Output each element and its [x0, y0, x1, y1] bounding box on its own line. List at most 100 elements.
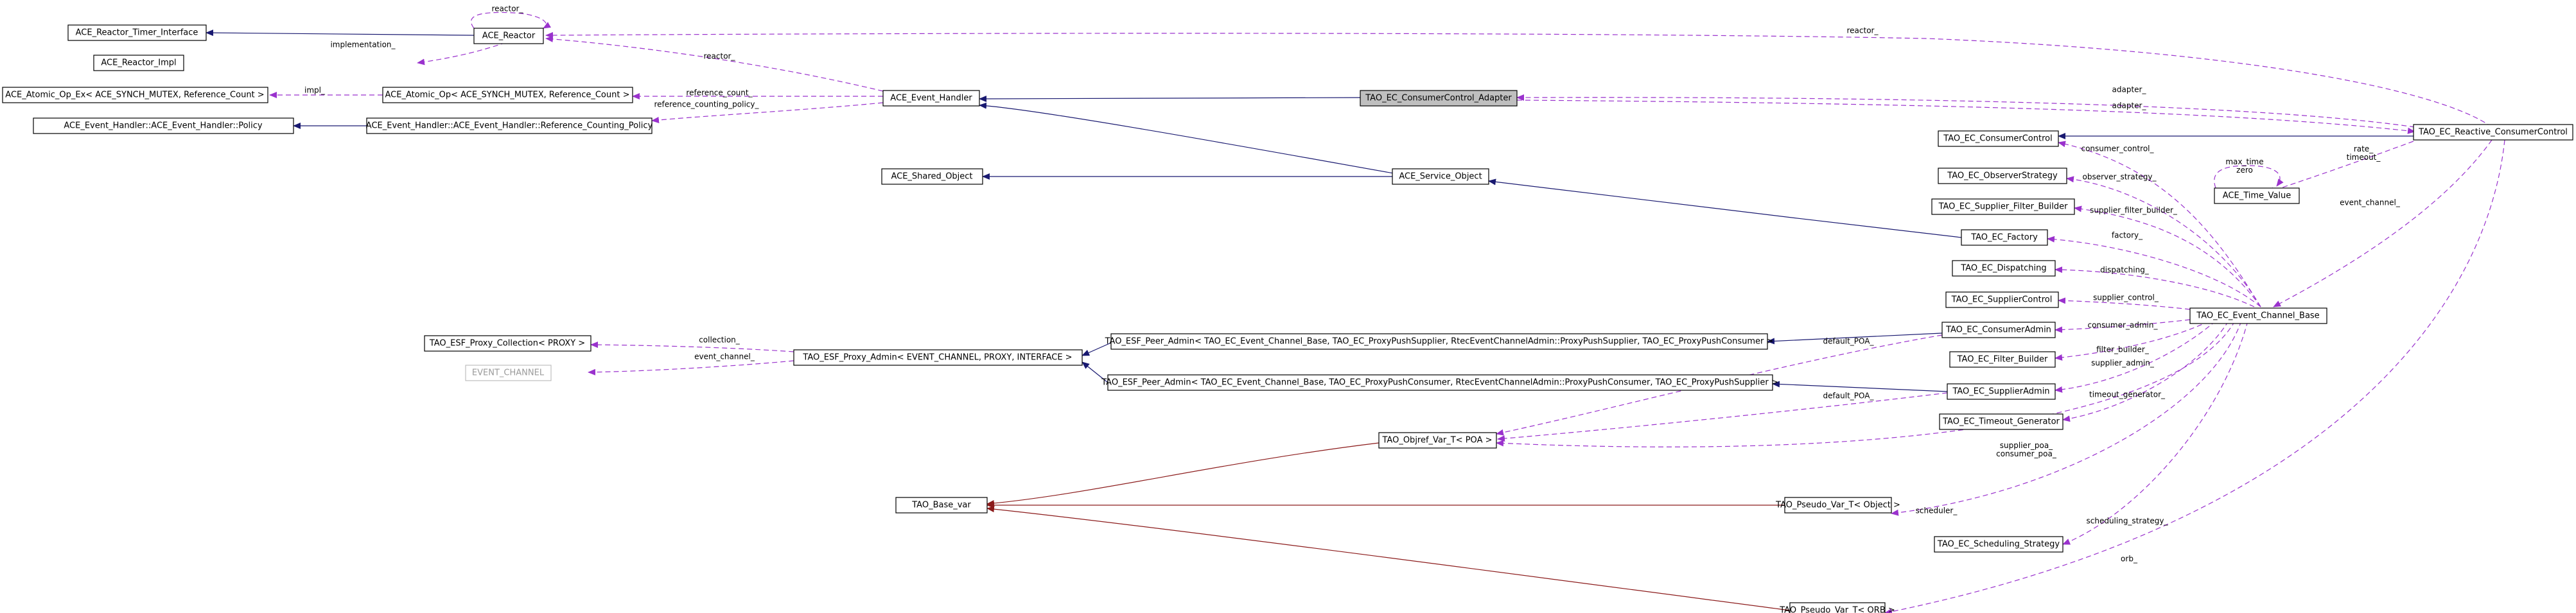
node-service-object[interactable]: ACE_Service_Object: [1392, 168, 1489, 185]
node-objref-var[interactable]: TAO_Objref_Var_T< POA >: [1378, 432, 1497, 449]
label-reactor-event-handler: reactor_: [704, 52, 736, 61]
node-factory[interactable]: TAO_EC_Factory: [1961, 229, 2048, 246]
node-dispatching[interactable]: TAO_EC_Dispatching: [1952, 260, 2056, 277]
label-scheduling-strategy: scheduling_strategy_: [2086, 517, 2168, 526]
svg-text:TAO_Pseudo_Var_T< Object >: TAO_Pseudo_Var_T< Object >: [1775, 501, 1900, 510]
svg-text:ACE_Event_Handler::ACE_Event_H: ACE_Event_Handler::ACE_Event_Handler::Re…: [366, 121, 653, 131]
svg-text:ACE_Event_Handler::ACE_Event_H: ACE_Event_Handler::ACE_Event_Handler::Po…: [64, 121, 263, 131]
svg-text:TAO_Objref_Var_T< POA >: TAO_Objref_Var_T< POA >: [1382, 436, 1493, 445]
node-event-channel-base[interactable]: TAO_EC_Event_Channel_Base: [2189, 307, 2327, 324]
collaboration-diagram: reactor_ implementation_ reactor_ impl_ …: [2, 4, 2573, 613]
svg-text:EVENT_CHANNEL: EVENT_CHANNEL: [472, 368, 545, 378]
node-proxy-admin[interactable]: TAO_ESF_Proxy_Admin< EVENT_CHANNEL, PROX…: [793, 349, 1083, 366]
edge-collection: [590, 341, 794, 352]
label-reference-counting-policy: reference_counting_policy_: [654, 100, 759, 109]
edge-adapter-2: [1516, 99, 2415, 134]
svg-text:TAO_EC_Event_Channel_Base: TAO_EC_Event_Channel_Base: [2196, 311, 2319, 321]
label-reference-count: reference_count_: [686, 89, 753, 98]
svg-text:TAO_EC_Dispatching: TAO_EC_Dispatching: [1960, 264, 2046, 273]
svg-text:TAO_ESF_Proxy_Admin< EVENT_CHA: TAO_ESF_Proxy_Admin< EVENT_CHANNEL, PROX…: [802, 353, 1072, 363]
svg-text:TAO_EC_ObserverStrategy: TAO_EC_ObserverStrategy: [1947, 171, 2058, 181]
edge-event-channel-rcc: [2273, 139, 2493, 307]
node-pseudo-var-orb[interactable]: TAO_Pseudo_Var_T< ORB >: [1779, 602, 1895, 613]
node-atomic-op-ex[interactable]: ACE_Atomic_Op_Ex< ACE_SYNCH_MUTEX, Refer…: [2, 87, 268, 103]
svg-text:TAO_Base_var: TAO_Base_var: [911, 501, 971, 510]
edge-pseudo-var-orb-inherits-base-var: [986, 506, 1791, 611]
label-supplier-admin: supplier_admin_: [2091, 359, 2155, 368]
edge-reactor-inherits-timer-interface: [206, 30, 475, 37]
svg-text:TAO_EC_ConsumerControl: TAO_EC_ConsumerControl: [1943, 134, 2052, 144]
svg-text:TAO_EC_SupplierControl: TAO_EC_SupplierControl: [1951, 295, 2053, 305]
node-peer-admin-consumer[interactable]: TAO_ESF_Peer_Admin< TAO_EC_Event_Channel…: [1101, 374, 1778, 391]
label-impl: impl_: [304, 86, 326, 95]
edge-scheduling-strategy: [2062, 320, 2248, 545]
node-scheduling-strategy[interactable]: TAO_EC_Scheduling_Strategy: [1934, 536, 2063, 553]
node-reactor-timer-interface[interactable]: ACE_Reactor_Timer_Interface: [67, 24, 207, 41]
label-default-poa-1: default_POA_: [1823, 337, 1875, 346]
label-reactor-self: reactor_: [492, 4, 524, 13]
node-consumer-admin[interactable]: TAO_EC_ConsumerAdmin: [1941, 322, 2056, 338]
node-reactor[interactable]: ACE_Reactor: [473, 28, 544, 44]
node-event-handler[interactable]: ACE_Event_Handler: [882, 90, 980, 107]
svg-text:TAO_ESF_Peer_Admin< TAO_EC_Eve: TAO_ESF_Peer_Admin< TAO_EC_Event_Channel…: [1101, 378, 1778, 388]
label-max-time-zero: max_time zero: [2225, 157, 2263, 175]
svg-text:TAO_EC_Timeout_Generator: TAO_EC_Timeout_Generator: [1942, 417, 2060, 427]
label-consumer-admin: consumer_admin_: [2087, 321, 2158, 330]
node-supplier-control[interactable]: TAO_EC_SupplierControl: [1945, 291, 2059, 308]
label-filter-builder: filter_builder_: [2096, 345, 2150, 354]
svg-text:TAO_EC_Filter_Builder: TAO_EC_Filter_Builder: [1957, 355, 2048, 365]
node-event-channel[interactable]: EVENT_CHANNEL: [465, 365, 552, 381]
node-consumer-control[interactable]: TAO_EC_ConsumerControl: [1938, 130, 2059, 147]
node-consumer-control-adapter[interactable]: TAO_EC_ConsumerControl_Adapter: [1360, 90, 1518, 107]
svg-text:ACE_Atomic_Op< ACE_SYNCH_MUTEX: ACE_Atomic_Op< ACE_SYNCH_MUTEX, Referenc…: [385, 91, 630, 100]
node-observer-strategy[interactable]: TAO_EC_ObserverStrategy: [1938, 168, 2067, 184]
label-scheduler: scheduler_: [1916, 506, 1958, 515]
svg-text:TAO_Pseudo_Var_T< ORB >: TAO_Pseudo_Var_T< ORB >: [1779, 606, 1895, 613]
edge-rate-timeout: [2266, 141, 2414, 194]
node-timeout-generator[interactable]: TAO_EC_Timeout_Generator: [1939, 413, 2063, 430]
edge-supplier-admin-inherits-peer-admin: [1772, 381, 1948, 392]
edge-factory-inherits-service-object: [1488, 178, 1962, 238]
label-implementation: implementation_: [330, 40, 396, 49]
edge-consumer-control: [2058, 141, 2261, 307]
label-collection: collection_: [699, 336, 740, 345]
svg-text:ACE_Reactor: ACE_Reactor: [482, 31, 536, 41]
node-time-value[interactable]: ACE_Time_Value: [2214, 187, 2300, 204]
node-base-var[interactable]: TAO_Base_var: [895, 497, 988, 514]
node-atomic-op[interactable]: ACE_Atomic_Op< ACE_SYNCH_MUTEX, Referenc…: [382, 87, 633, 103]
svg-text:ACE_Atomic_Op_Ex< ACE_SYNCH_MU: ACE_Atomic_Op_Ex< ACE_SYNCH_MUTEX, Refer…: [5, 91, 264, 100]
edge-reactor-event-handler: [545, 35, 884, 92]
edge-adapter-inherits-event-handler: [979, 95, 1361, 102]
svg-text:TAO_ESF_Proxy_Collection< PROX: TAO_ESF_Proxy_Collection< PROXY >: [429, 339, 585, 349]
label-supplier-filter-builder: supplier_filter_builder_: [2090, 206, 2178, 215]
node-filter-builder[interactable]: TAO_EC_Filter_Builder: [1949, 351, 2056, 368]
label-dispatching: dispatching_: [2100, 266, 2150, 275]
edge-event-channel-pa: [588, 360, 794, 376]
label-supplier-consumer-poa: supplier_poa_ consumer_poa_: [1996, 441, 2057, 458]
edge-reactor-rcc: [545, 31, 2493, 128]
node-policy[interactable]: ACE_Event_Handler::ACE_Event_Handler::Po…: [33, 117, 294, 134]
label-rate: rate_ timeout_: [2347, 144, 2381, 162]
node-proxy-collection[interactable]: TAO_ESF_Proxy_Collection< PROXY >: [424, 335, 591, 352]
label-adapter-2: adapter_: [2112, 101, 2147, 110]
svg-text:TAO_EC_ConsumerAdmin: TAO_EC_ConsumerAdmin: [1945, 325, 2051, 335]
node-reactor-impl[interactable]: ACE_Reactor_Impl: [93, 55, 184, 71]
svg-text:TAO_EC_Reactive_ConsumerContro: TAO_EC_Reactive_ConsumerControl: [2418, 128, 2568, 137]
node-supplier-admin[interactable]: TAO_EC_SupplierAdmin: [1947, 383, 2056, 400]
node-reactive-consumer-control[interactable]: TAO_EC_Reactive_ConsumerControl: [2413, 124, 2573, 141]
node-shared-object[interactable]: ACE_Shared_Object: [881, 168, 983, 185]
label-observer-strategy: observer_strategy_: [2083, 173, 2157, 182]
node-peer-admin-supplier[interactable]: TAO_ESF_Peer_Admin< TAO_EC_Event_Channel…: [1105, 333, 1774, 350]
svg-text:ACE_Reactor_Timer_Interface: ACE_Reactor_Timer_Interface: [76, 28, 198, 38]
edge-default-poa-2: [1497, 392, 1948, 442]
svg-text:ACE_Time_Value: ACE_Time_Value: [2223, 191, 2291, 201]
nodes: ACE_Reactor_Timer_Interface ACE_Reactor …: [2, 24, 2573, 613]
node-pseudo-var-object[interactable]: TAO_Pseudo_Var_T< Object >: [1775, 497, 1900, 514]
label-default-poa-2: default_POA_: [1823, 392, 1875, 401]
node-reference-counting-policy[interactable]: ACE_Event_Handler::ACE_Event_Handler::Re…: [366, 117, 653, 134]
node-supplier-filter-builder[interactable]: TAO_EC_Supplier_Filter_Builder: [1931, 198, 2075, 215]
label-consumer-control: consumer_control_: [2081, 144, 2154, 153]
label-event-channel-rcc: event_channel_: [2340, 198, 2401, 207]
svg-text:ACE_Service_Object: ACE_Service_Object: [1399, 172, 1482, 182]
svg-text:TAO_EC_Supplier_Filter_Builder: TAO_EC_Supplier_Filter_Builder: [1938, 202, 2069, 212]
